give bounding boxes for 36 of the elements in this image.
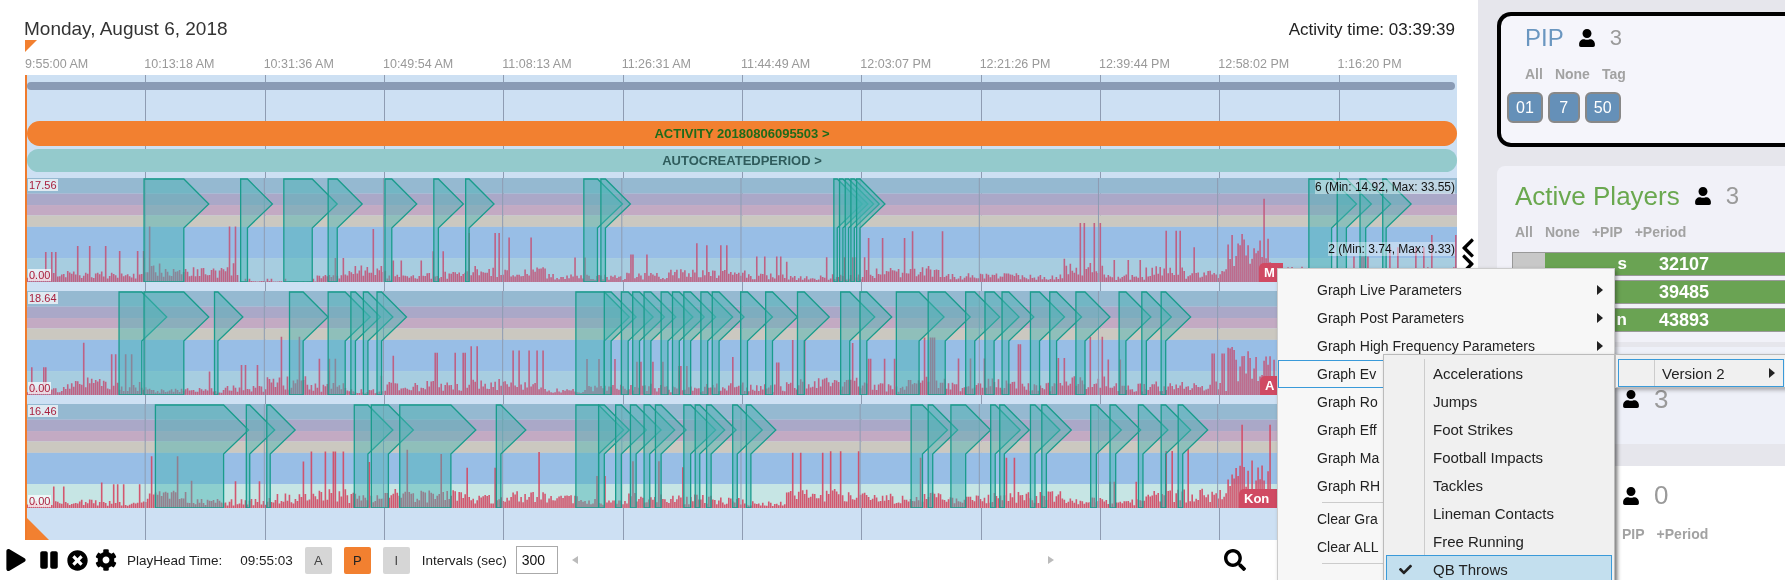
player-value: 39485 bbox=[1659, 281, 1710, 303]
time-tick-label: 12:39:44 PM bbox=[1098, 56, 1171, 71]
time-tick-label: 12:21:26 PM bbox=[979, 56, 1052, 71]
min-value-label: 0.00 bbox=[28, 269, 52, 281]
player-value: 32107 bbox=[1659, 253, 1710, 275]
max-value-label: 18.64 bbox=[28, 292, 58, 304]
time-tick-label: 12:03:07 PM bbox=[860, 56, 933, 71]
activity-time: Activity time: 03:39:39 bbox=[1288, 20, 1455, 40]
time-tick-label: 12:58:02 PM bbox=[1218, 56, 1291, 71]
card-title: Active Players bbox=[1515, 180, 1680, 212]
stat-label: 2 (Min: 3.74, Max: 9.33) bbox=[1328, 242, 1455, 256]
max-value-label: 16.46 bbox=[28, 405, 58, 417]
time-tick-label: 10:13:18 AM bbox=[144, 56, 216, 71]
time-tick-label: 1:16:20 PM bbox=[1337, 56, 1403, 71]
time-tick-label: 9:55:00 AM bbox=[25, 56, 90, 71]
max-value-label: 17.56 bbox=[28, 179, 58, 191]
min-value-label: 0.00 bbox=[28, 495, 52, 507]
time-tick-label: 11:26:31 AM bbox=[621, 56, 692, 71]
playhead-time: 09:55:03 bbox=[240, 552, 293, 568]
player-name: s bbox=[1616, 254, 1627, 275]
player-name: n bbox=[1615, 310, 1627, 331]
time-tick-label: 10:31:36 AM bbox=[263, 56, 335, 71]
player-value: 43893 bbox=[1659, 309, 1710, 331]
stat-label: 6 (Min: 14.92, Max: 33.55) bbox=[1314, 180, 1455, 194]
count-label: 3 bbox=[1725, 182, 1740, 211]
count-label: 0 bbox=[1654, 480, 1669, 512]
card-title: PIP bbox=[1525, 24, 1564, 52]
time-tick-label: 10:49:54 AM bbox=[383, 56, 455, 71]
playhead-label: PlayHead Time: bbox=[127, 552, 223, 568]
min-value-label: 0.00 bbox=[28, 382, 52, 394]
intervals-label: Intervals (sec) bbox=[421, 552, 507, 568]
player-label: Kon bbox=[1239, 489, 1278, 508]
count-label: 3 bbox=[1609, 25, 1622, 51]
time-tick-label: 11:44:49 AM bbox=[740, 56, 812, 71]
time-tick-label: 11:08:13 AM bbox=[502, 56, 573, 71]
date-label: Monday, August 6, 2018 bbox=[24, 18, 228, 40]
